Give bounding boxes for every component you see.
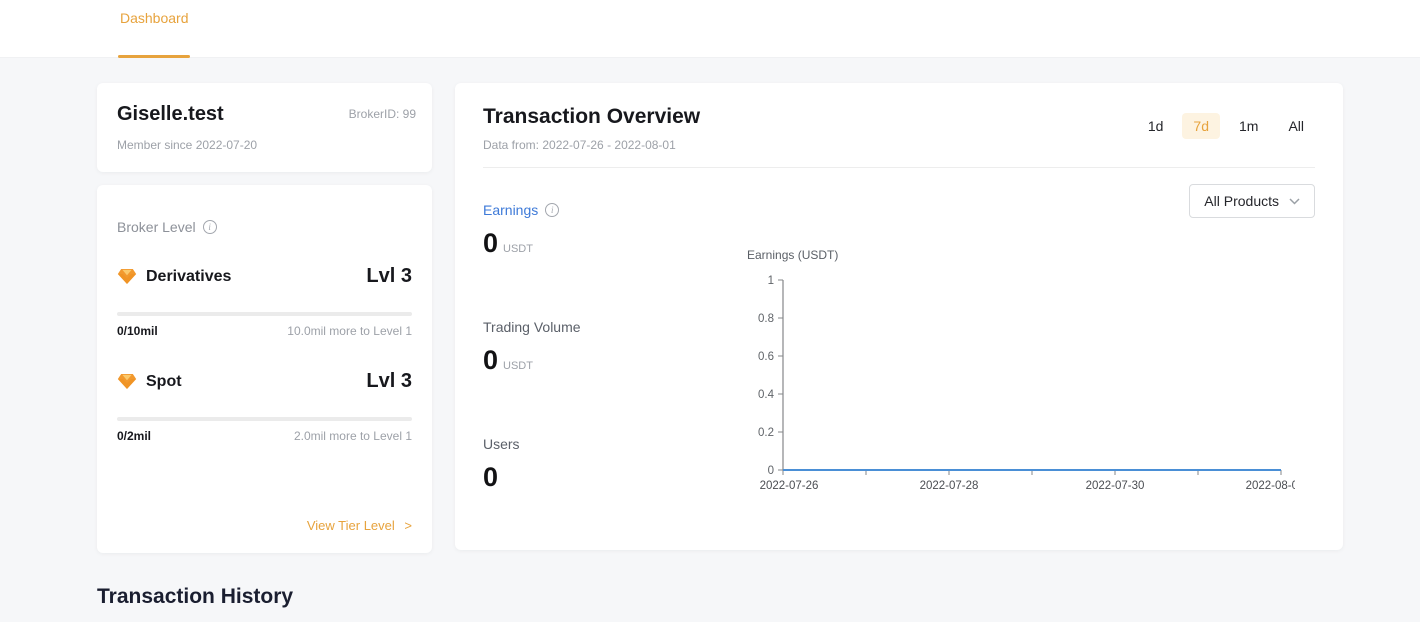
chevron-right-icon: > <box>404 518 412 533</box>
svg-text:0.6: 0.6 <box>758 351 774 363</box>
broker-level-title-row: Broker Level i <box>117 219 412 235</box>
products-filter-label: All Products <box>1204 193 1279 209</box>
view-tier-level-link[interactable]: View Tier Level > <box>117 518 412 533</box>
transaction-overview-card: Transaction Overview Data from: 2022-07-… <box>455 83 1343 550</box>
progress-remaining: 10.0mil more to Level 1 <box>287 324 412 338</box>
overview-header: Transaction Overview Data from: 2022-07-… <box>483 105 1315 152</box>
tab-dashboard[interactable]: Dashboard <box>120 10 189 26</box>
progress-bar-derivatives <box>117 312 412 316</box>
progress-labels-spot: 0/2mil 2.0mil more to Level 1 <box>117 429 412 443</box>
view-tier-label: View Tier Level <box>307 518 395 533</box>
gem-icon <box>117 373 137 390</box>
level-badge: Lvl 3 <box>366 370 412 393</box>
metric-label: Users <box>483 436 520 452</box>
overview-title-block: Transaction Overview Data from: 2022-07-… <box>483 105 700 152</box>
top-nav-bar: Dashboard <box>0 0 1420 58</box>
member-since: Member since 2022-07-20 <box>117 138 412 152</box>
metric-earnings[interactable]: Earnings i 0 USDT <box>483 202 703 259</box>
products-filter-dropdown[interactable]: All Products <box>1189 184 1315 218</box>
level-row-derivatives: Derivatives Lvl 3 <box>117 265 412 288</box>
svg-text:0: 0 <box>768 465 774 477</box>
overview-title: Transaction Overview <box>483 105 700 129</box>
metric-label: Trading Volume <box>483 319 581 335</box>
chevron-down-icon <box>1289 198 1300 205</box>
svg-text:2022-08-01: 2022-08-01 <box>1246 480 1295 492</box>
level-name: Spot <box>146 373 182 391</box>
range-button-1m[interactable]: 1m <box>1228 113 1269 139</box>
metric-value: 0 <box>483 228 498 258</box>
progress-bar-spot <box>117 417 412 421</box>
progress-labels-derivatives: 0/10mil 10.0mil more to Level 1 <box>117 324 412 338</box>
transaction-history-title: Transaction History <box>97 585 293 609</box>
metric-unit: USDT <box>503 243 533 255</box>
level-badge: Lvl 3 <box>366 265 412 288</box>
info-icon[interactable]: i <box>545 203 559 217</box>
svg-text:0.4: 0.4 <box>758 389 775 401</box>
svg-text:0.8: 0.8 <box>758 313 774 325</box>
overview-body: Earnings i 0 USDT Trading Volume 0 USDT <box>483 184 1315 553</box>
metric-users[interactable]: Users 0 <box>483 436 703 493</box>
info-icon[interactable]: i <box>203 220 217 234</box>
overview-date-range: Data from: 2022-07-26 - 2022-08-01 <box>483 138 700 152</box>
chart-plot-area: 0 0.2 0.4 0.6 0.8 1 2022-07-26 2022-07-28 2022-0… <box>735 272 1315 505</box>
metric-trading-volume[interactable]: Trading Volume 0 USDT <box>483 319 703 376</box>
divider <box>483 167 1315 168</box>
svg-text:2022-07-26: 2022-07-26 <box>760 480 819 492</box>
metric-value: 0 <box>483 345 498 375</box>
svg-text:2022-07-30: 2022-07-30 <box>1086 480 1145 492</box>
earnings-chart: Earnings (USDT) 0 0.2 0.4 0.6 0.8 1 2022-07-26… <box>735 248 1315 505</box>
broker-profile-card: Giselle.test BrokerID: 99 Member since 2… <box>97 83 432 172</box>
progress-current: 0/2mil <box>117 429 151 443</box>
metrics-column: Earnings i 0 USDT Trading Volume 0 USDT <box>483 184 703 553</box>
broker-id: BrokerID: 99 <box>349 107 416 121</box>
metric-unit: USDT <box>503 360 533 372</box>
progress-remaining: 2.0mil more to Level 1 <box>294 429 412 443</box>
metric-label: Earnings <box>483 202 538 218</box>
metric-value: 0 <box>483 462 498 492</box>
page-background: Giselle.test BrokerID: 99 Member since 2… <box>0 58 1420 622</box>
svg-text:2022-07-28: 2022-07-28 <box>920 480 979 492</box>
range-button-all[interactable]: All <box>1277 113 1315 139</box>
level-name: Derivatives <box>146 268 231 286</box>
progress-current: 0/10mil <box>117 324 158 338</box>
range-button-7d[interactable]: 7d <box>1182 113 1220 139</box>
chart-column: All Products Earnings (USDT) 00.20.40.60… <box>703 184 1315 553</box>
level-row-spot: Spot Lvl 3 <box>117 370 412 393</box>
svg-text:0.2: 0.2 <box>758 427 774 439</box>
svg-text:1: 1 <box>768 275 774 287</box>
chart-title: Earnings (USDT) <box>747 248 1315 262</box>
broker-level-title: Broker Level <box>117 219 196 235</box>
range-button-1d[interactable]: 1d <box>1137 113 1175 139</box>
time-range-group: 1d 7d 1m All <box>1137 113 1315 139</box>
broker-level-card: Broker Level i Derivatives Lvl 3 0/10mil… <box>97 185 432 553</box>
gem-icon <box>117 268 137 285</box>
